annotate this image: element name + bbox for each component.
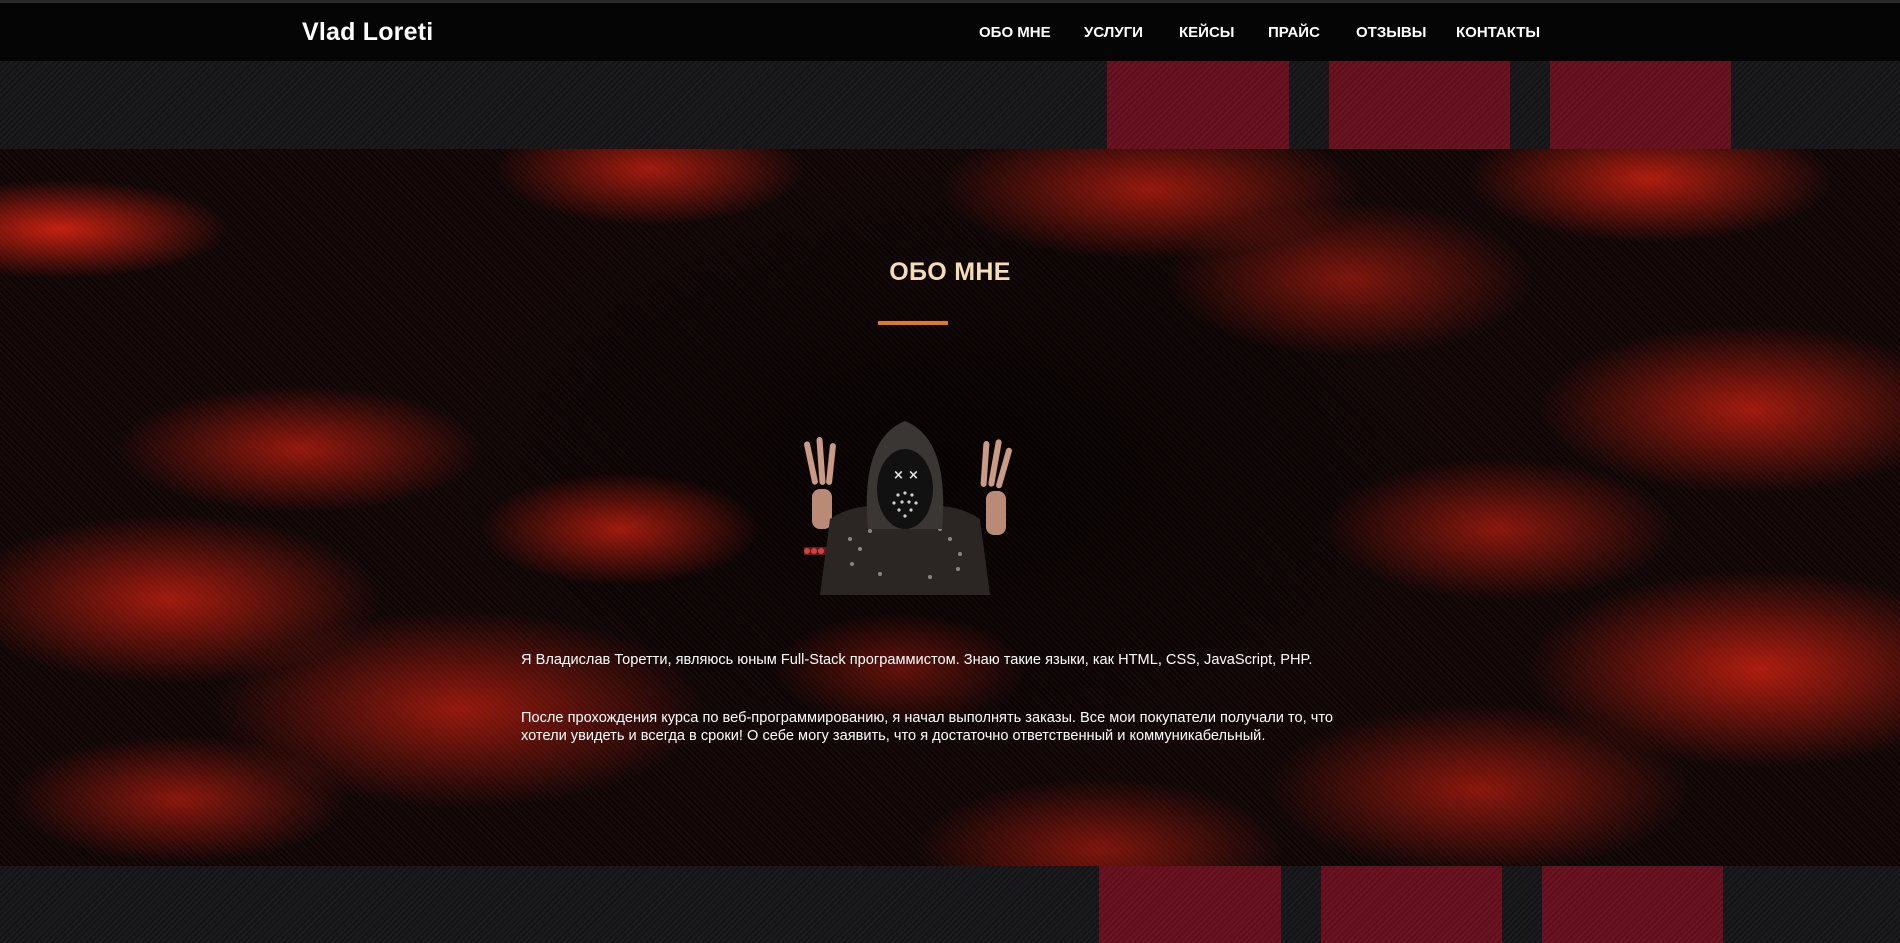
- top-navigation: Vlad Loreti ОБО МНЕ УСЛУГИ КЕЙСЫ ПРАЙС О…: [0, 0, 1900, 61]
- menu-item-services[interactable]: УСЛУГИ: [1084, 24, 1143, 41]
- menu-item-about[interactable]: ОБО МНЕ: [979, 24, 1051, 41]
- menu-item-cases[interactable]: КЕЙСЫ: [1179, 24, 1234, 41]
- about-section: ОБО МНЕ × × Я Владислав Торетти, являюсь…: [0, 149, 1900, 866]
- mask-eye-icon: ×: [908, 468, 919, 483]
- decorative-bar: [1107, 61, 1289, 149]
- decorative-bottom-strip: [0, 866, 1900, 943]
- menu-item-contacts[interactable]: КОНТАКТЫ: [1456, 24, 1540, 41]
- main-menu: ОБО МНЕ УСЛУГИ КЕЙСЫ ПРАЙС ОТЗЫВЫ КОНТАК…: [0, 24, 1900, 48]
- right-hand-icon: [980, 439, 1012, 535]
- hacker-portrait: × ×: [804, 421, 1012, 595]
- menu-item-reviews[interactable]: ОТЗЫВЫ: [1356, 24, 1426, 41]
- decorative-bar: [1321, 866, 1502, 943]
- decorative-bar: [1542, 866, 1723, 943]
- decorative-bar: [1329, 61, 1510, 149]
- section-title: ОБО МНЕ: [889, 258, 1011, 286]
- title-divider: [878, 321, 948, 325]
- menu-item-pricing[interactable]: ПРАЙС: [1268, 24, 1320, 41]
- decorative-bar: [1550, 61, 1731, 149]
- decorative-top-strip: [0, 61, 1900, 149]
- mask-eye-icon: ×: [893, 468, 904, 483]
- about-paragraph: После прохождения курса по веб-программи…: [521, 710, 1333, 744]
- decorative-bar: [1099, 866, 1281, 943]
- about-paragraph: Я Владислав Торетти, являюсь юным Full-S…: [521, 652, 1313, 668]
